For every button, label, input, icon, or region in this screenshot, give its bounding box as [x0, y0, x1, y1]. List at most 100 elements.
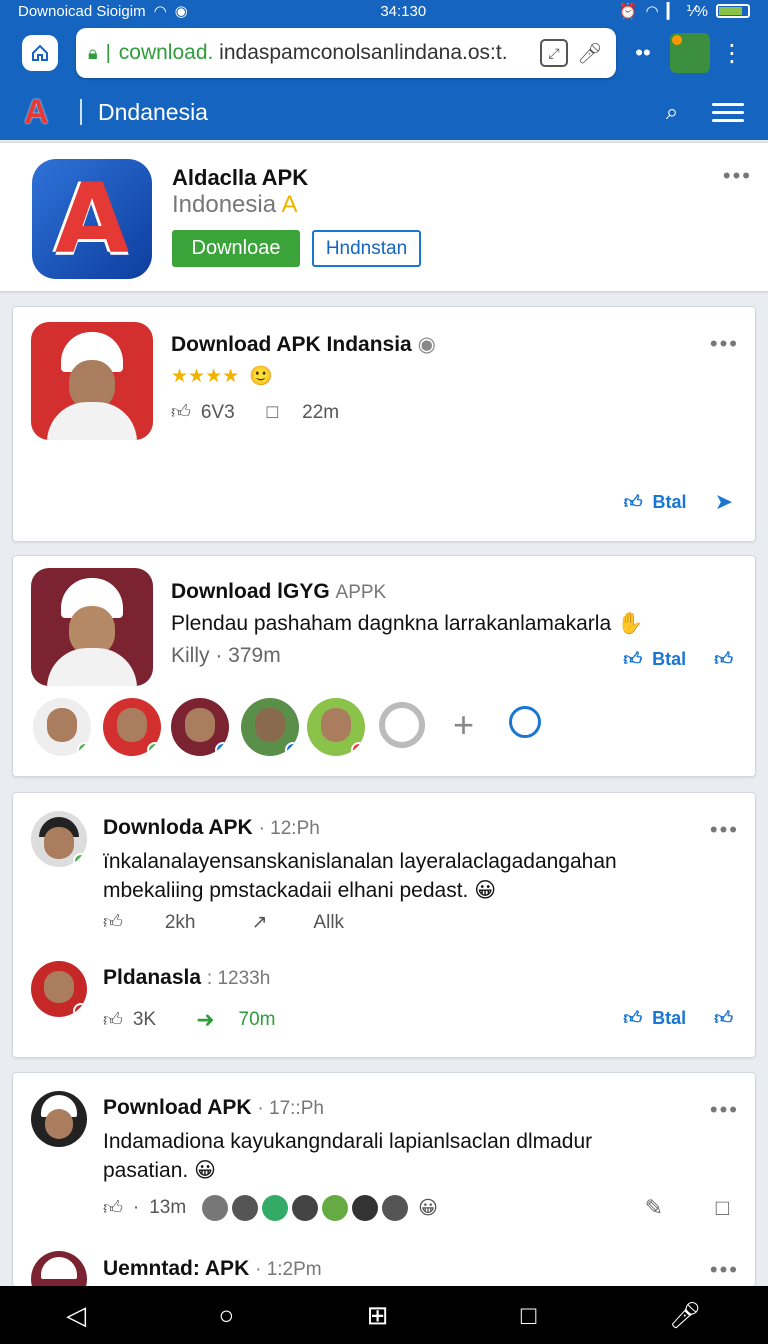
system-nav-bar: ◁ ○ ⊞ □ 🎤︎ — [0, 1286, 768, 1344]
reaction-avatar[interactable] — [171, 698, 229, 756]
post-meta: Killy · 379m — [171, 644, 281, 667]
signal-icon: ▎ — [666, 3, 679, 20]
comments-card: Downloda APK · 12:Ph ïnkalanalayensanska… — [12, 792, 756, 1058]
reaction-icon[interactable] — [509, 706, 541, 738]
browser-toolbar: 🔒︎ | cownload. indaspamconolsanlindana.o… — [0, 22, 768, 84]
thumbs-up-icon[interactable]: 👍︎ — [623, 648, 642, 670]
share-arrow-icon[interactable]: ➤ — [715, 489, 733, 515]
header-divider — [80, 99, 82, 125]
like-icon[interactable]: 👍︎ — [103, 1009, 123, 1032]
comment-author[interactable]: Pownload APK · 17::Ph — [103, 1096, 324, 1120]
extensions-icon[interactable]: •• — [626, 40, 660, 66]
emoji-icon: 😀 — [194, 1159, 216, 1182]
comment-icon[interactable]: □ — [267, 402, 278, 424]
home-button[interactable] — [14, 27, 66, 79]
app-badge-icon: A — [281, 191, 298, 218]
app-icon[interactable]: A — [32, 159, 152, 279]
action-label[interactable]: Btal — [652, 1008, 686, 1029]
site-header: A Dndanesia ⌕ — [0, 84, 768, 140]
lock-icon: 🔒︎ — [88, 42, 98, 63]
home-nav-icon[interactable]: ○ — [219, 1300, 235, 1331]
comment-body: ïnkalanalayensanskanislanalan layeralacl… — [103, 850, 617, 902]
more-options-icon[interactable]: ••• — [710, 331, 739, 357]
more-options-icon[interactable]: ••• — [723, 163, 752, 189]
post-title[interactable]: Download lGYG APPK — [171, 580, 386, 604]
hand-emoji: ✋ — [616, 612, 644, 635]
status-text: Downoicad Sioigim — [18, 2, 146, 20]
pin-icon[interactable]: ✎ — [645, 1195, 663, 1221]
battery-icon — [715, 4, 750, 18]
post-meta: 👍︎ 6V3 □ 22m — [171, 401, 339, 424]
commenter-avatar[interactable] — [31, 961, 87, 1017]
post-actions: 👍︎ Btal 👍︎ — [623, 648, 733, 670]
apps-grid-icon[interactable]: ⊞ — [367, 1300, 389, 1331]
comments-card: Pownload APK · 17::Ph Indamadiona kayuka… — [12, 1072, 756, 1307]
emoji-icon: 🙂 — [249, 366, 273, 387]
mic-icon[interactable]: 🎤︎ — [576, 39, 604, 67]
comment-author[interactable]: Downloda APK · 12:Ph — [103, 816, 320, 840]
app-name: Aldaclla APK — [172, 165, 309, 190]
reactor-avatars[interactable] — [202, 1195, 409, 1221]
post-rating: ★★★★ 🙂 — [171, 364, 273, 388]
reaction-avatar[interactable] — [241, 698, 299, 756]
secondary-button[interactable]: Hndnstan — [312, 230, 421, 267]
thumbs-up-icon[interactable]: 👍︎ — [623, 1007, 642, 1029]
share-arrow-icon[interactable]: ➜ — [196, 1007, 214, 1033]
post-title[interactable]: Download APK Indansia ◉ — [171, 332, 436, 357]
comment-count: 22m — [302, 401, 340, 423]
post-avatar[interactable] — [31, 568, 153, 686]
verified-icon: ◉ — [417, 333, 436, 356]
comment-icon[interactable]: □ — [716, 1195, 729, 1221]
app-subtitle: Indonesia A — [172, 191, 298, 218]
thumbs-up-alt-icon[interactable]: 👍︎ — [714, 648, 733, 670]
rating-stars: ★★★★ — [171, 365, 240, 387]
status-bar: Downoicad Sioigim ◠ ◉ 34:130 ⏰ ◠ ▎ ⅟% — [0, 0, 768, 22]
comment-author[interactable]: Uemntad: APK · 1:2Pm — [103, 1257, 322, 1281]
more-options-icon[interactable]: ••• — [710, 1097, 739, 1123]
browser-menu-icon[interactable]: ⋮ — [720, 39, 744, 68]
comment-meta: 👍︎ · 13m 😀 — [103, 1195, 438, 1221]
site-logo-icon[interactable]: A — [24, 93, 64, 132]
emoji-icon: 😀 — [418, 1197, 438, 1219]
search-icon[interactable]: ⌕ — [652, 99, 692, 125]
download-button[interactable]: Downloae — [172, 230, 300, 267]
address-bar[interactable]: 🔒︎ | cownload. indaspamconolsanlindana.o… — [76, 28, 616, 78]
thumbs-up-icon[interactable]: 👍︎ — [624, 491, 643, 513]
like-icon[interactable]: 👍︎ — [103, 1197, 123, 1220]
voice-icon[interactable]: 🎤︎ — [669, 1300, 702, 1331]
sync-icon: ◉ — [174, 3, 188, 20]
reaction-avatar[interactable] — [33, 698, 91, 756]
reaction-avatar[interactable] — [103, 698, 161, 756]
more-options-icon[interactable]: ••• — [710, 1257, 739, 1283]
profile-avatar[interactable] — [670, 33, 710, 73]
post-card: Download APK Indansia ◉ ★★★★ 🙂 👍︎ 6V3 □ 22m… — [12, 306, 756, 542]
home-icon — [22, 35, 58, 71]
url-text[interactable]: cownload. indaspamconolsanlindana.os:t. — [119, 41, 532, 65]
clock: 34:130 — [380, 2, 427, 20]
reaction-avatar[interactable] — [307, 698, 365, 756]
comment-author[interactable]: Pldanasla : 1233h — [103, 966, 270, 990]
back-icon[interactable]: ◁ — [66, 1300, 86, 1331]
add-icon[interactable]: + — [453, 704, 474, 746]
site-title: Dndanesia — [98, 98, 208, 125]
tabs-icon[interactable]: ⤢ — [540, 39, 568, 67]
more-options-icon[interactable]: ••• — [710, 817, 739, 843]
wifi-icon: ◠ — [153, 3, 167, 20]
post-avatar[interactable] — [31, 322, 153, 440]
commenter-avatar[interactable] — [31, 1091, 87, 1147]
thumbs-up-alt-icon[interactable]: 👍︎ — [714, 1007, 733, 1029]
like-icon[interactable]: 👍︎ — [171, 401, 191, 424]
recents-icon[interactable]: □ — [521, 1300, 537, 1331]
app-card: A Aldaclla APK Indonesia A Downloae Hndn… — [0, 142, 768, 292]
like-icon[interactable]: 👍︎ — [103, 911, 123, 934]
url-separator: | — [105, 41, 111, 64]
action-label[interactable]: Btal — [652, 649, 686, 670]
like-count: 6V3 — [200, 401, 235, 423]
comment-meta: 👍︎ 2kh ↗ Allk — [103, 911, 345, 934]
comment-actions: 👍︎ Btal 👍︎ — [623, 1007, 733, 1029]
share-icon[interactable]: ↗ — [252, 911, 268, 934]
action-label[interactable]: Btal — [653, 492, 687, 513]
commenter-avatar[interactable] — [31, 811, 87, 867]
post-card: Download lGYG APPK Plendau pashaham dagn… — [12, 555, 756, 777]
hamburger-menu-icon[interactable] — [712, 98, 744, 127]
